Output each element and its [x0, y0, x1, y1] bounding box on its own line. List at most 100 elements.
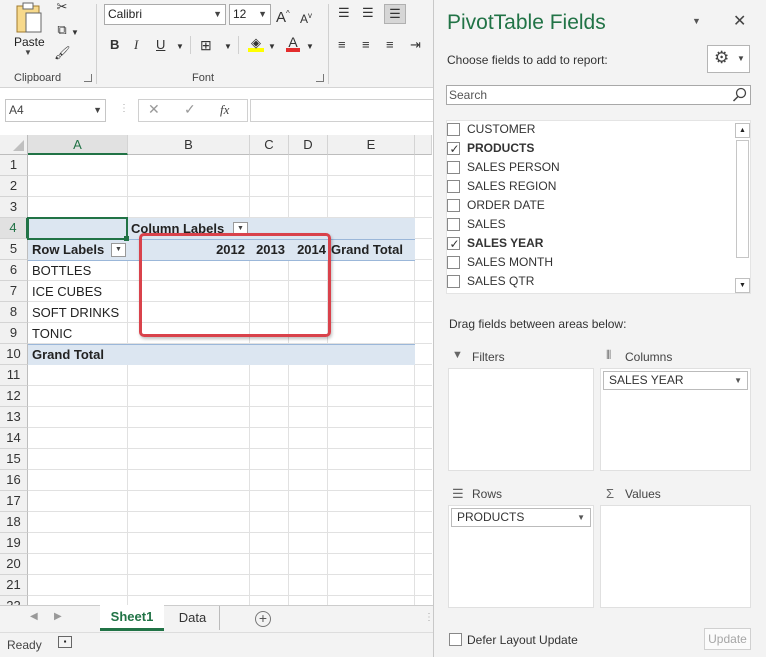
new-sheet-button[interactable]: +: [255, 611, 271, 627]
row-header[interactable]: 21: [0, 575, 28, 596]
formula-input[interactable]: [250, 99, 433, 122]
enter-icon[interactable]: ✓: [184, 101, 196, 118]
pane-options-chevron-icon[interactable]: ▼: [692, 16, 701, 26]
font-name-select[interactable]: Calibri ▼: [104, 4, 226, 25]
select-all-corner[interactable]: [0, 135, 28, 155]
column-header[interactable]: [415, 135, 432, 155]
rows-field-pill[interactable]: PRODUCTS ▼: [451, 508, 591, 527]
row-header[interactable]: 11: [0, 365, 28, 386]
underline-button[interactable]: U: [156, 36, 165, 54]
column-header[interactable]: A: [28, 135, 128, 155]
paste-button[interactable]: Paste ▼: [8, 2, 50, 58]
align-middle-icon[interactable]: ☰: [362, 4, 374, 22]
align-center-icon[interactable]: ≡: [362, 36, 370, 54]
scroll-up-icon[interactable]: ▲: [735, 123, 750, 138]
row-header[interactable]: 20: [0, 554, 28, 575]
chevron-down-icon[interactable]: ▼: [71, 24, 79, 42]
field-item[interactable]: ORDER DATE: [447, 196, 727, 215]
scroll-left-icon[interactable]: ◀: [30, 611, 38, 622]
row-header[interactable]: 1: [0, 155, 28, 176]
font-launcher-icon[interactable]: [316, 74, 324, 82]
align-right-icon[interactable]: ≡: [386, 36, 394, 54]
scroll-thumb[interactable]: [736, 140, 749, 258]
values-area[interactable]: [600, 505, 751, 608]
font-size-select[interactable]: 12 ▼: [229, 4, 271, 25]
scroll-down-icon[interactable]: ▼: [735, 278, 750, 293]
row-header[interactable]: 16: [0, 470, 28, 491]
chevron-down-icon[interactable]: ▼: [268, 38, 276, 56]
align-left-icon[interactable]: ≡: [338, 36, 346, 54]
tab-sheet1[interactable]: Sheet1: [100, 605, 164, 631]
row-header[interactable]: 10: [0, 344, 28, 365]
cancel-icon[interactable]: ✕: [148, 101, 160, 118]
row-header[interactable]: 13: [0, 407, 28, 428]
align-bottom-icon[interactable]: ☰: [384, 4, 406, 24]
row-header[interactable]: 6: [0, 260, 28, 281]
field-item[interactable]: ✓ SALES YEAR: [447, 234, 727, 253]
defer-layout-checkbox[interactable]: [449, 633, 462, 646]
field-checkbox[interactable]: ✓: [447, 237, 460, 251]
field-checkbox[interactable]: [447, 180, 460, 193]
italic-button[interactable]: I: [134, 36, 138, 54]
field-item[interactable]: SALES PERSON: [447, 158, 727, 177]
field-checkbox[interactable]: [447, 218, 460, 231]
field-checkbox[interactable]: [447, 275, 460, 288]
field-checkbox[interactable]: [447, 161, 460, 174]
row-header[interactable]: 2: [0, 176, 28, 197]
chevron-down-icon[interactable]: ▼: [224, 38, 232, 56]
columns-field-pill[interactable]: SALES YEAR ▼: [603, 371, 748, 390]
filters-area[interactable]: [448, 368, 594, 471]
shrink-font-button[interactable]: Av: [300, 7, 312, 28]
row-header[interactable]: 18: [0, 512, 28, 533]
tab-data[interactable]: Data: [166, 606, 220, 630]
row-header[interactable]: 19: [0, 533, 28, 554]
row-header[interactable]: 7: [0, 281, 28, 302]
align-top-icon[interactable]: ☰: [338, 4, 350, 22]
chevron-down-icon[interactable]: ▼: [306, 38, 314, 56]
field-checkbox[interactable]: [447, 123, 460, 136]
search-input[interactable]: Search: [446, 85, 751, 105]
row-header[interactable]: 12: [0, 386, 28, 407]
borders-icon[interactable]: ⊞: [200, 36, 212, 54]
macro-record-icon[interactable]: ▪: [58, 636, 72, 648]
row-header[interactable]: 22: [0, 596, 28, 605]
column-header[interactable]: C: [250, 135, 289, 155]
settings-button[interactable]: ⚙ ▼: [707, 45, 750, 73]
row-header[interactable]: 5: [0, 239, 28, 260]
field-checkbox[interactable]: [447, 256, 460, 269]
column-header[interactable]: B: [128, 135, 250, 155]
indent-icon[interactable]: ⇥: [410, 36, 421, 54]
row-header[interactable]: 9: [0, 323, 28, 344]
fill-color-icon[interactable]: ◈: [248, 34, 264, 52]
grow-font-button[interactable]: A^: [276, 5, 290, 27]
selected-cell[interactable]: [27, 217, 128, 240]
row-header[interactable]: 4: [0, 218, 28, 239]
row-labels-filter-button[interactable]: ▼: [111, 243, 126, 257]
row-header[interactable]: 3: [0, 197, 28, 218]
close-icon[interactable]: ✕: [733, 11, 746, 31]
field-checkbox[interactable]: [447, 199, 460, 212]
copy-icon[interactable]: ⧉: [54, 21, 70, 39]
column-header[interactable]: E: [328, 135, 415, 155]
formula-bar-grip[interactable]: ⋮: [119, 103, 129, 114]
field-checkbox[interactable]: ✓: [447, 142, 460, 156]
field-list-scrollbar[interactable]: ▲ ▼: [735, 123, 750, 293]
column-header[interactable]: D: [289, 135, 328, 155]
bold-button[interactable]: B: [110, 36, 119, 54]
format-painter-icon[interactable]: 🖌: [54, 44, 71, 62]
scroll-right-icon[interactable]: ▶: [54, 611, 62, 622]
row-header[interactable]: 17: [0, 491, 28, 512]
field-item[interactable]: SALES QTR: [447, 272, 727, 291]
chevron-down-icon[interactable]: ▼: [176, 38, 184, 56]
clipboard-launcher-icon[interactable]: [84, 74, 92, 82]
row-header[interactable]: 14: [0, 428, 28, 449]
row-header[interactable]: 8: [0, 302, 28, 323]
field-item[interactable]: ✓ PRODUCTS: [447, 139, 727, 158]
field-item[interactable]: SALES REGION: [447, 177, 727, 196]
insert-function-icon[interactable]: fx: [220, 102, 229, 118]
update-button[interactable]: Update: [704, 628, 751, 650]
row-header[interactable]: 15: [0, 449, 28, 470]
font-color-icon[interactable]: A: [286, 33, 300, 52]
rows-area[interactable]: PRODUCTS ▼: [448, 505, 594, 608]
field-item[interactable]: SALES: [447, 215, 727, 234]
